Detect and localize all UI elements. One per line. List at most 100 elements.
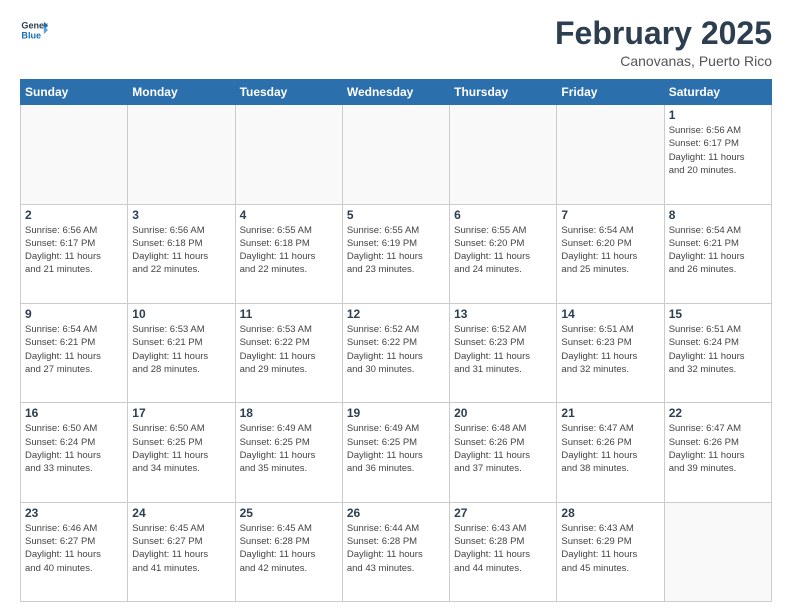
day-info: Sunrise: 6:45 AMSunset: 6:28 PMDaylight:… (240, 522, 338, 575)
calendar-cell: 17 Sunrise: 6:50 AMSunset: 6:25 PMDayligh… (128, 403, 235, 502)
calendar-cell: 20 Sunrise: 6:48 AMSunset: 6:26 PMDayligh… (450, 403, 557, 502)
calendar-cell: 5 Sunrise: 6:55 AMSunset: 6:19 PMDaylight… (342, 204, 449, 303)
day-info: Sunrise: 6:55 AMSunset: 6:19 PMDaylight:… (347, 224, 445, 277)
day-info: Sunrise: 6:56 AMSunset: 6:17 PMDaylight:… (669, 124, 767, 177)
calendar-cell: 25 Sunrise: 6:45 AMSunset: 6:28 PMDayligh… (235, 502, 342, 601)
day-info: Sunrise: 6:50 AMSunset: 6:25 PMDaylight:… (132, 422, 230, 475)
calendar-cell: 21 Sunrise: 6:47 AMSunset: 6:26 PMDayligh… (557, 403, 664, 502)
day-info: Sunrise: 6:55 AMSunset: 6:18 PMDaylight:… (240, 224, 338, 277)
day-number: 3 (132, 208, 230, 222)
day-number: 11 (240, 307, 338, 321)
day-number: 27 (454, 506, 552, 520)
calendar-cell: 16Sunrise: 6:50 AMSunset: 6:24 PMDayligh… (21, 403, 128, 502)
day-number: 10 (132, 307, 230, 321)
calendar-cell: 28 Sunrise: 6:43 AMSunset: 6:29 PMDayligh… (557, 502, 664, 601)
day-number: 23 (25, 506, 123, 520)
calendar-cell: 14 Sunrise: 6:51 AMSunset: 6:23 PMDayligh… (557, 303, 664, 402)
day-info: Sunrise: 6:51 AMSunset: 6:23 PMDaylight:… (561, 323, 659, 376)
day-number: 28 (561, 506, 659, 520)
calendar-cell (21, 105, 128, 204)
calendar-cell: 1 Sunrise: 6:56 AMSunset: 6:17 PMDaylight… (664, 105, 771, 204)
day-number: 1 (669, 108, 767, 122)
day-number: 12 (347, 307, 445, 321)
svg-text:Blue: Blue (21, 30, 41, 40)
day-number: 25 (240, 506, 338, 520)
month-title: February 2025 (555, 16, 772, 51)
day-number: 5 (347, 208, 445, 222)
col-header-sunday: Sunday (21, 80, 128, 105)
day-number: 4 (240, 208, 338, 222)
calendar-cell: 24 Sunrise: 6:45 AMSunset: 6:27 PMDayligh… (128, 502, 235, 601)
day-info: Sunrise: 6:52 AMSunset: 6:22 PMDaylight:… (347, 323, 445, 376)
day-number: 2 (25, 208, 123, 222)
calendar-cell: 23 Sunrise: 6:46 AMSunset: 6:27 PMDayligh… (21, 502, 128, 601)
calendar-cell: 3 Sunrise: 6:56 AMSunset: 6:18 PMDaylight… (128, 204, 235, 303)
day-info: Sunrise: 6:53 AMSunset: 6:22 PMDaylight:… (240, 323, 338, 376)
day-info: Sunrise: 6:44 AMSunset: 6:28 PMDaylight:… (347, 522, 445, 575)
day-info: Sunrise: 6:49 AMSunset: 6:25 PMDaylight:… (240, 422, 338, 475)
day-info: Sunrise: 6:47 AMSunset: 6:26 PMDaylight:… (561, 422, 659, 475)
day-info: Sunrise: 6:56 AMSunset: 6:17 PMDaylight:… (25, 224, 123, 277)
week-row-3: 16Sunrise: 6:50 AMSunset: 6:24 PMDayligh… (21, 403, 772, 502)
page: General Blue February 2025 Canovanas, Pu… (0, 0, 792, 612)
day-info: Sunrise: 6:54 AMSunset: 6:21 PMDaylight:… (25, 323, 123, 376)
header: General Blue February 2025 Canovanas, Pu… (20, 16, 772, 69)
calendar-cell: 15Sunrise: 6:51 AMSunset: 6:24 PMDayligh… (664, 303, 771, 402)
col-header-wednesday: Wednesday (342, 80, 449, 105)
day-number: 14 (561, 307, 659, 321)
calendar-cell (342, 105, 449, 204)
col-header-thursday: Thursday (450, 80, 557, 105)
logo-icon: General Blue (20, 16, 48, 44)
day-number: 13 (454, 307, 552, 321)
col-header-friday: Friday (557, 80, 664, 105)
day-info: Sunrise: 6:43 AMSunset: 6:28 PMDaylight:… (454, 522, 552, 575)
calendar-cell: 22 Sunrise: 6:47 AMSunset: 6:26 PMDayligh… (664, 403, 771, 502)
calendar-cell (235, 105, 342, 204)
day-number: 22 (669, 406, 767, 420)
calendar-cell (664, 502, 771, 601)
day-info: Sunrise: 6:50 AMSunset: 6:24 PMDaylight:… (25, 422, 123, 475)
title-block: February 2025 Canovanas, Puerto Rico (555, 16, 772, 69)
calendar-cell: 10 Sunrise: 6:53 AMSunset: 6:21 PMDayligh… (128, 303, 235, 402)
day-info: Sunrise: 6:45 AMSunset: 6:27 PMDaylight:… (132, 522, 230, 575)
calendar-cell: 27 Sunrise: 6:43 AMSunset: 6:28 PMDayligh… (450, 502, 557, 601)
day-info: Sunrise: 6:46 AMSunset: 6:27 PMDaylight:… (25, 522, 123, 575)
day-info: Sunrise: 6:54 AMSunset: 6:21 PMDaylight:… (669, 224, 767, 277)
day-number: 6 (454, 208, 552, 222)
calendar-cell: 11 Sunrise: 6:53 AMSunset: 6:22 PMDayligh… (235, 303, 342, 402)
calendar-cell: 4 Sunrise: 6:55 AMSunset: 6:18 PMDaylight… (235, 204, 342, 303)
calendar-cell (128, 105, 235, 204)
day-info: Sunrise: 6:43 AMSunset: 6:29 PMDaylight:… (561, 522, 659, 575)
day-number: 19 (347, 406, 445, 420)
day-info: Sunrise: 6:56 AMSunset: 6:18 PMDaylight:… (132, 224, 230, 277)
calendar-cell: 8 Sunrise: 6:54 AMSunset: 6:21 PMDaylight… (664, 204, 771, 303)
location-subtitle: Canovanas, Puerto Rico (555, 53, 772, 69)
day-info: Sunrise: 6:47 AMSunset: 6:26 PMDaylight:… (669, 422, 767, 475)
calendar-cell: 7 Sunrise: 6:54 AMSunset: 6:20 PMDaylight… (557, 204, 664, 303)
day-number: 26 (347, 506, 445, 520)
col-header-monday: Monday (128, 80, 235, 105)
day-number: 24 (132, 506, 230, 520)
calendar-cell: 19 Sunrise: 6:49 AMSunset: 6:25 PMDayligh… (342, 403, 449, 502)
day-info: Sunrise: 6:51 AMSunset: 6:24 PMDaylight:… (669, 323, 767, 376)
day-number: 18 (240, 406, 338, 420)
calendar-cell: 18 Sunrise: 6:49 AMSunset: 6:25 PMDayligh… (235, 403, 342, 502)
day-info: Sunrise: 6:49 AMSunset: 6:25 PMDaylight:… (347, 422, 445, 475)
calendar-cell: 9 Sunrise: 6:54 AMSunset: 6:21 PMDaylight… (21, 303, 128, 402)
day-number: 21 (561, 406, 659, 420)
logo: General Blue (20, 16, 48, 44)
day-number: 7 (561, 208, 659, 222)
calendar-cell (557, 105, 664, 204)
day-info: Sunrise: 6:54 AMSunset: 6:20 PMDaylight:… (561, 224, 659, 277)
day-info: Sunrise: 6:53 AMSunset: 6:21 PMDaylight:… (132, 323, 230, 376)
day-info: Sunrise: 6:48 AMSunset: 6:26 PMDaylight:… (454, 422, 552, 475)
calendar-header-row: SundayMondayTuesdayWednesdayThursdayFrid… (21, 80, 772, 105)
day-number: 20 (454, 406, 552, 420)
day-number: 17 (132, 406, 230, 420)
week-row-4: 23 Sunrise: 6:46 AMSunset: 6:27 PMDayligh… (21, 502, 772, 601)
day-number: 9 (25, 307, 123, 321)
calendar-cell: 12 Sunrise: 6:52 AMSunset: 6:22 PMDayligh… (342, 303, 449, 402)
calendar-cell: 6Sunrise: 6:55 AMSunset: 6:20 PMDaylight… (450, 204, 557, 303)
col-header-saturday: Saturday (664, 80, 771, 105)
day-number: 8 (669, 208, 767, 222)
